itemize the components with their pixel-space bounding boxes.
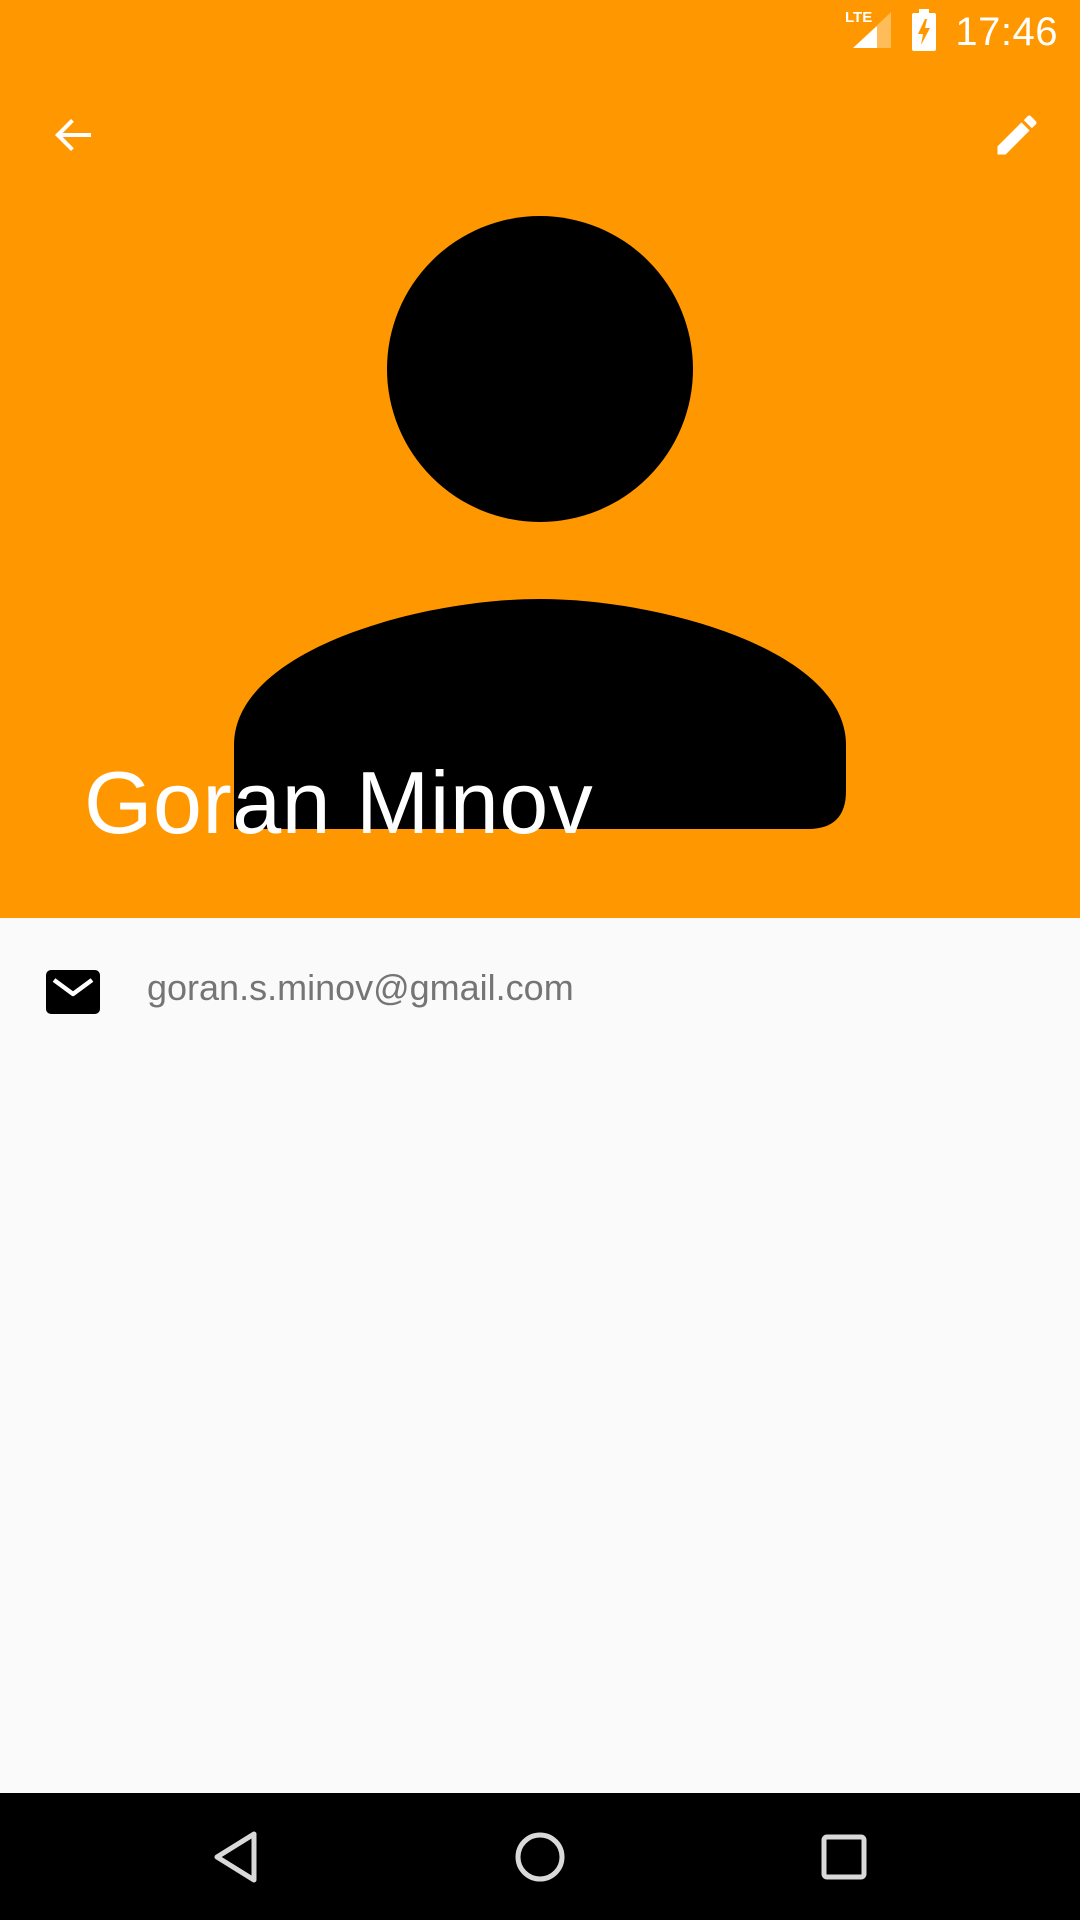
battery-charging-icon <box>911 8 937 56</box>
nav-home-button[interactable] <box>490 1807 590 1907</box>
navigation-bar <box>0 1793 1080 1920</box>
contact-details-list: goran.s.minov@gmail.com <box>0 918 1080 1793</box>
email-address[interactable]: goran.s.minov@gmail.com <box>147 966 574 1010</box>
email-row[interactable]: goran.s.minov@gmail.com <box>0 918 1080 1068</box>
nav-back-button[interactable] <box>186 1807 286 1907</box>
nav-recents-button[interactable] <box>794 1807 894 1907</box>
back-button[interactable] <box>28 90 118 180</box>
contact-detail-screen: LTE 17:46 Goran Minov goran.s.minov@gmai… <box>0 0 1080 1920</box>
pencil-edit-icon <box>997 115 1037 155</box>
contact-header: LTE 17:46 Goran Minov <box>0 0 1080 918</box>
status-bar: LTE 17:46 <box>0 0 1080 63</box>
arrow-back-icon <box>55 119 91 151</box>
nav-back-icon <box>214 1831 257 1883</box>
nav-home-icon <box>515 1832 565 1882</box>
svg-text:LTE: LTE <box>845 9 872 26</box>
status-time: 17:46 <box>955 10 1058 54</box>
lte-signal-icon: LTE <box>843 8 893 57</box>
edit-contact-button[interactable] <box>972 90 1062 180</box>
contact-name: Goran Minov <box>84 753 594 852</box>
mail-icon <box>46 970 100 1014</box>
nav-recents-icon <box>821 1834 867 1880</box>
